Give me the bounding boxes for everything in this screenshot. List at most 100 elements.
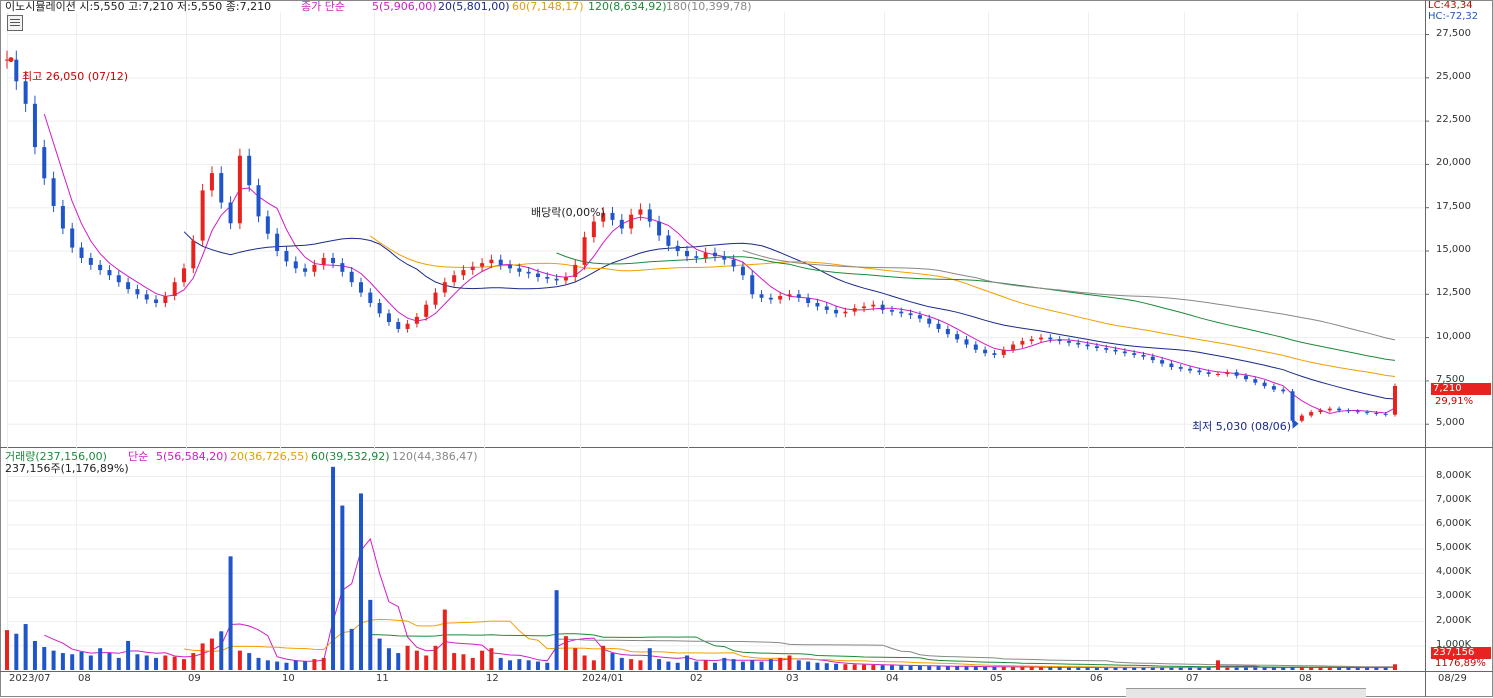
volume-bar	[228, 556, 233, 670]
volume-bar	[740, 661, 745, 670]
date-tick-label: 07	[1186, 673, 1199, 684]
candle-body	[1104, 348, 1109, 350]
volume-bar	[778, 657, 783, 670]
volume-bar	[1094, 667, 1099, 670]
candle-body	[414, 316, 419, 324]
volume-bar	[1197, 667, 1202, 670]
volume-bar	[862, 664, 867, 670]
candle-body	[1122, 351, 1127, 354]
candle-body	[60, 205, 65, 229]
volume-bar	[414, 650, 419, 670]
candle-body	[293, 261, 298, 269]
volume-bar	[461, 654, 466, 670]
candle-body	[666, 235, 671, 246]
volume-bar	[126, 640, 131, 670]
volume-bar	[610, 653, 615, 670]
volume-bar	[470, 657, 475, 670]
volume-bar	[1216, 660, 1221, 670]
price-tick-label: 10,000	[1436, 330, 1471, 342]
volume-bar	[219, 631, 224, 670]
candle-body	[1327, 408, 1332, 411]
volume-bar	[275, 661, 280, 670]
price-tick-label: 27,500	[1436, 27, 1471, 39]
volume-bar	[601, 645, 606, 670]
volume-bar	[573, 648, 578, 670]
candle-body	[126, 282, 131, 290]
candle-body	[1234, 372, 1239, 376]
volume-bar	[107, 653, 112, 670]
volume-bar	[1206, 667, 1211, 670]
volume-bar	[1104, 667, 1109, 670]
candle-body	[424, 304, 429, 317]
volume-ma5-label: 5(56,584,20)	[156, 450, 228, 463]
volume-bar	[1169, 667, 1174, 670]
candle-body	[619, 219, 624, 229]
candle-body	[452, 275, 457, 283]
date-tick-label: 09	[188, 673, 201, 684]
ma120-label: 120(8,634,92)	[588, 0, 667, 13]
price-tick-label: 17,500	[1436, 200, 1471, 212]
volume-bar	[1365, 667, 1370, 670]
candle-body	[98, 264, 103, 271]
volume-bar	[955, 666, 960, 670]
candle-body	[14, 59, 19, 82]
volume-bar	[638, 660, 643, 670]
volume-bar	[88, 655, 93, 670]
date-tick-label: 12	[486, 673, 499, 684]
price-tick-label: 25,000	[1436, 70, 1471, 82]
candle-body	[340, 263, 345, 272]
candle-body	[740, 266, 745, 276]
hc-label: HC:-72,32	[1428, 11, 1479, 22]
candle-body	[5, 59, 9, 61]
candle-body	[1337, 408, 1342, 411]
candle-body	[275, 233, 280, 252]
volume-bar	[917, 665, 922, 670]
candle-body	[172, 282, 177, 297]
candle-body	[992, 353, 997, 355]
volume-ma-lines	[44, 537, 1396, 669]
volume-bar	[1355, 667, 1360, 670]
candle-body	[219, 173, 224, 203]
volume-bar	[563, 636, 568, 670]
candle-body	[1281, 389, 1286, 392]
candle-body	[535, 273, 540, 277]
candle-body	[386, 313, 391, 323]
volume-bar	[629, 659, 634, 670]
candle-body	[368, 292, 373, 303]
high-marker	[8, 57, 14, 63]
candle-body	[834, 309, 839, 314]
volume-ma60-line	[370, 633, 1395, 668]
volume-bar	[582, 655, 587, 670]
candle-body	[871, 304, 876, 307]
candle-body	[1039, 337, 1044, 340]
volume-bar	[1085, 667, 1090, 670]
volume-bar	[154, 657, 159, 670]
candle-body	[1253, 379, 1258, 383]
candle-body	[936, 323, 941, 329]
volume-bar	[703, 660, 708, 670]
volume-bar	[293, 660, 298, 670]
volume-bar	[5, 630, 9, 670]
volume-bar	[517, 659, 522, 670]
volume-bar	[331, 466, 336, 670]
chart-settings-icon[interactable]	[7, 15, 23, 31]
candle-body	[1271, 386, 1276, 390]
candle-body	[284, 251, 289, 262]
volume-bar	[32, 640, 37, 670]
ma-title-label: 종가 단순	[301, 0, 345, 13]
volume-bar	[312, 659, 317, 670]
volume-bar	[1225, 667, 1230, 670]
volume-bar	[936, 666, 941, 670]
volume-bar	[685, 655, 690, 670]
candle-body	[303, 268, 308, 272]
volume-bar	[554, 590, 559, 670]
volume-bar	[1188, 667, 1193, 670]
stock-chart[interactable]	[0, 0, 1493, 697]
volume-tick-label: 6,000K	[1436, 517, 1472, 529]
price-tick-label: 20,000	[1436, 157, 1471, 169]
volume-bar	[508, 660, 513, 670]
volume-bar	[1141, 667, 1146, 670]
volume-bar	[964, 666, 969, 670]
volume-bar	[1281, 667, 1286, 670]
candle-body	[1290, 391, 1295, 421]
